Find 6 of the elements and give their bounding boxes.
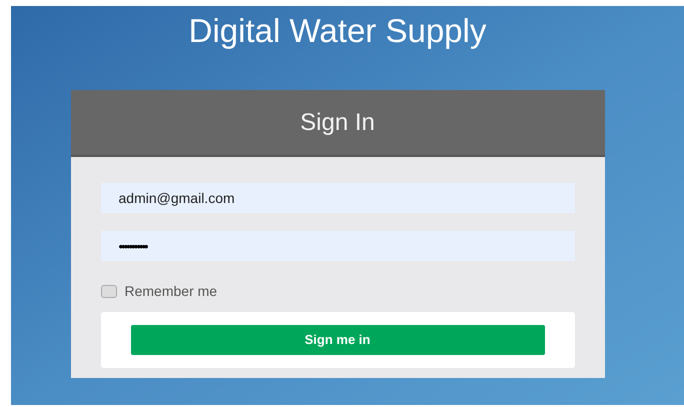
- remember-label: Remember me: [124, 282, 218, 301]
- remember-checkbox[interactable]: [100, 285, 116, 298]
- card-heading: Sign In: [300, 108, 375, 138]
- email-field[interactable]: admin@gmail.com: [100, 183, 574, 213]
- password-field[interactable]: •••••••••••: [100, 231, 574, 261]
- page-title: Digital Water Supply: [188, 14, 486, 47]
